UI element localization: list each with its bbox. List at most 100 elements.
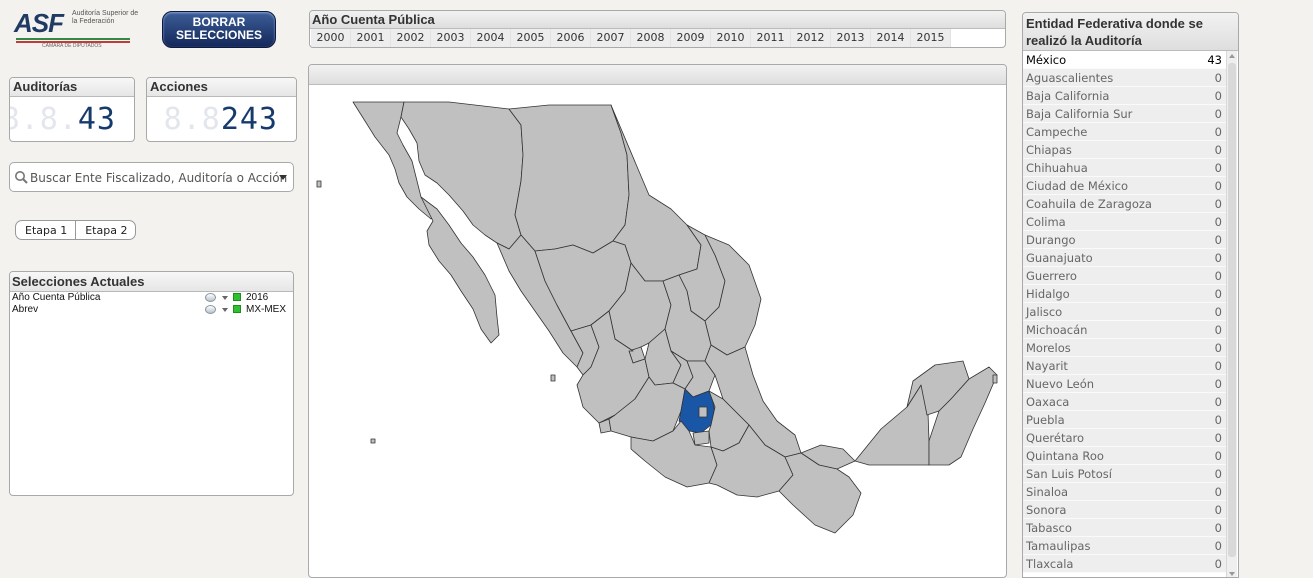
year-option-2013[interactable]: 2013 [831, 29, 871, 47]
chevron-down-icon[interactable] [222, 308, 228, 312]
scroll-up-icon[interactable] [1229, 54, 1235, 58]
entity-name: Querétaro [1026, 431, 1085, 445]
kpi-auditorias: Auditorías 8.8.43 [9, 77, 135, 142]
entity-name: Durango [1026, 233, 1076, 247]
island-revillagigedo [370, 438, 376, 444]
entity-list-item[interactable]: Baja California Sur 0 [1023, 105, 1228, 123]
kpi-acciones-value: 8.8243 [164, 102, 278, 137]
island-guadalupe [316, 180, 322, 188]
year-option-2004[interactable]: 2004 [471, 29, 511, 47]
entity-name: Ciudad de México [1026, 179, 1129, 193]
entity-list-item[interactable]: Jalisco 0 [1023, 303, 1228, 321]
entity-list-item[interactable]: Guanajuato 0 [1023, 249, 1228, 267]
entity-list-item[interactable]: México 43 [1023, 51, 1228, 69]
entity-list-item[interactable]: San Luis Potosí 0 [1023, 465, 1228, 483]
entity-list-item[interactable]: Sinaloa 0 [1023, 483, 1228, 501]
year-option-2002[interactable]: 2002 [391, 29, 431, 47]
selection-value: 2016 [246, 292, 269, 303]
entity-list-item[interactable]: Campeche 0 [1023, 123, 1228, 141]
logo-org: CÁMARA DE DIPUTADOS [42, 43, 102, 49]
entity-list-item[interactable]: Querétaro 0 [1023, 429, 1228, 447]
current-selections-title: Selecciones Actuales [10, 272, 293, 292]
entity-list-item[interactable]: Quintana Roo 0 [1023, 447, 1228, 465]
entity-list-item[interactable]: Chihuahua 0 [1023, 159, 1228, 177]
island-cozumel [992, 374, 998, 384]
year-option-2012[interactable]: 2012 [791, 29, 831, 47]
entity-count: 0 [1214, 395, 1222, 409]
entity-list-item[interactable]: Colima 0 [1023, 213, 1228, 231]
entity-count: 0 [1214, 539, 1222, 553]
clear-selection-icon[interactable] [205, 305, 216, 314]
entity-list-item[interactable]: Coahuila de Zaragoza 0 [1023, 195, 1228, 213]
entity-name: Coahuila de Zaragoza [1026, 197, 1152, 211]
entity-name: Michoacán [1026, 323, 1088, 337]
kpi-auditorias-label: Auditorías [10, 78, 134, 97]
year-option-2011[interactable]: 2011 [751, 29, 791, 47]
entity-count: 0 [1214, 269, 1222, 283]
entity-list-item[interactable]: Tabasco 0 [1023, 519, 1228, 537]
year-option-2010[interactable]: 2010 [711, 29, 751, 47]
entity-name: Baja California Sur [1026, 107, 1133, 121]
clear-selections-button[interactable]: BORRAR SELECCIONES [162, 11, 276, 48]
year-option-2009[interactable]: 2009 [671, 29, 711, 47]
year-option-2005[interactable]: 2005 [511, 29, 551, 47]
state-morelos [692, 430, 710, 446]
entity-list-item[interactable]: Oaxaca 0 [1023, 393, 1228, 411]
entity-list-item[interactable]: Michoacán 0 [1023, 321, 1228, 339]
entity-name: Nayarit [1026, 359, 1068, 373]
year-option-2015[interactable]: 2015 [911, 29, 951, 47]
entity-name: Campeche [1026, 125, 1088, 139]
entity-list-item[interactable]: Sonora 0 [1023, 501, 1228, 519]
entity-list-item[interactable]: Ciudad de México 0 [1023, 177, 1228, 195]
entity-list-item[interactable]: Morelos 0 [1023, 339, 1228, 357]
year-option-2003[interactable]: 2003 [431, 29, 471, 47]
year-option-2014[interactable]: 2014 [871, 29, 911, 47]
selection-row: Año Cuenta Pública 2016 [10, 292, 293, 304]
chevron-down-icon[interactable] [222, 296, 228, 300]
scroll-down-icon[interactable] [1229, 572, 1235, 576]
logo-green-line [16, 38, 130, 40]
island-marias [550, 374, 556, 382]
scrollbar[interactable] [1226, 51, 1237, 577]
mexico-map[interactable] [309, 85, 1007, 578]
etapa-2-button[interactable]: Etapa 2 [75, 221, 135, 239]
search-placeholder: Buscar Ente Fiscalizado, Auditoría o Acc… [30, 171, 288, 185]
search-input[interactable]: Buscar Ente Fiscalizado, Auditoría o Acc… [9, 162, 294, 192]
entity-count: 0 [1214, 233, 1222, 247]
year-option-2000[interactable]: 2000 [311, 29, 351, 47]
year-option-2007[interactable]: 2007 [591, 29, 631, 47]
entity-list-item[interactable]: Durango 0 [1023, 231, 1228, 249]
entity-list-item[interactable]: Tamaulipas 0 [1023, 537, 1228, 555]
selection-row: Abrev MX-MEX [10, 304, 293, 316]
entity-list-item[interactable]: Hidalgo 0 [1023, 285, 1228, 303]
kpi-digits: 43 [77, 102, 116, 137]
entity-list-item[interactable]: Baja California 0 [1023, 87, 1228, 105]
year-option-2008[interactable]: 2008 [631, 29, 671, 47]
entity-list-item[interactable]: Nayarit 0 [1023, 357, 1228, 375]
entity-list-item[interactable]: Tlaxcala 0 [1023, 555, 1228, 573]
year-option-2001[interactable]: 2001 [351, 29, 391, 47]
entity-count: 0 [1214, 341, 1222, 355]
entity-count: 0 [1214, 323, 1222, 337]
entity-name: Quintana Roo [1026, 449, 1104, 463]
scrollbar-thumb[interactable] [1228, 63, 1236, 557]
logo-text: ASF [14, 8, 64, 38]
kpi-ghost-digits: 8.8. [9, 102, 78, 137]
entity-list-item[interactable]: Puebla 0 [1023, 411, 1228, 429]
entity-name: Tlaxcala [1026, 557, 1074, 571]
etapa-1-button[interactable]: Etapa 1 [16, 221, 75, 239]
dropdown-arrow-icon[interactable] [279, 175, 287, 180]
entity-list-title: Entidad Federativa donde se realizó la A… [1023, 13, 1238, 51]
entity-list-item[interactable]: Guerrero 0 [1023, 267, 1228, 285]
entity-count: 0 [1214, 179, 1222, 193]
entity-list-item[interactable]: Chiapas 0 [1023, 141, 1228, 159]
map-panel-header [309, 65, 1006, 85]
entity-list-item[interactable]: Nuevo León 0 [1023, 375, 1228, 393]
kpi-digits: 243 [220, 102, 278, 137]
clear-selection-icon[interactable] [205, 293, 216, 302]
entity-count: 0 [1214, 251, 1222, 265]
year-option-2006[interactable]: 2006 [551, 29, 591, 47]
kpi-auditorias-value: 8.8.43 [9, 102, 116, 137]
map-panel [308, 64, 1007, 578]
entity-list-item[interactable]: Aguascalientes 0 [1023, 69, 1228, 87]
